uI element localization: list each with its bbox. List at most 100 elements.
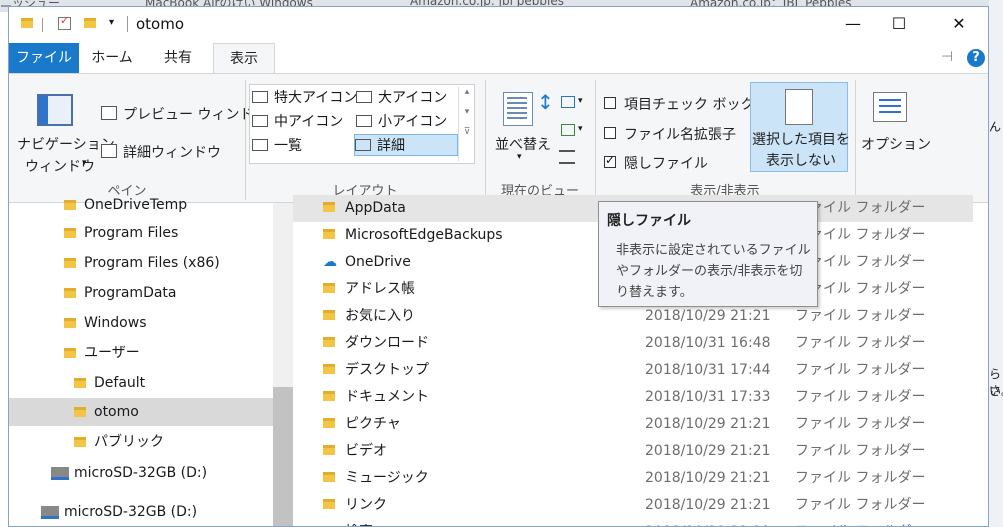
nav-item[interactable]: パブリック: [9, 428, 273, 456]
divider: [42, 18, 43, 32]
folder-icon: [323, 229, 335, 239]
chevron-down-icon[interactable]: ▾: [578, 96, 583, 106]
nav-item[interactable]: OneDriveTemp: [9, 191, 273, 219]
file-row[interactable]: 検索2018/10/29 21:21ファイル フォルダー: [293, 519, 973, 526]
documents-folder-icon: [323, 391, 335, 401]
tab-file[interactable]: ファイル: [9, 43, 79, 73]
background-text: い。: [989, 384, 1003, 398]
folder-icon: [74, 407, 86, 417]
nav-item[interactable]: microSD-32GB (D:): [9, 459, 273, 487]
tab-view[interactable]: 表示: [213, 43, 275, 74]
folder-icon: [64, 228, 76, 238]
hide-selected-items-button[interactable]: 選択した項目を 表示しない: [750, 82, 850, 172]
desktop-folder-icon: [323, 364, 335, 374]
ribbon: ナビゲーション ウィンドウ ▾ プレビュー ウィンドウ 詳細ウィンドウ ペイン …: [9, 73, 988, 203]
navigation-pane-icon: [37, 94, 73, 126]
details-pane-icon: [101, 144, 117, 158]
layout-medium-icons[interactable]: 中アイコン: [252, 111, 352, 133]
item-checkboxes-label[interactable]: 項目チェック ボックス: [624, 94, 768, 114]
sort-button[interactable]: 並べ替え: [495, 134, 551, 154]
hidden-items-checkbox[interactable]: [604, 153, 616, 168]
hide-selected-label-2: 表示しない: [766, 153, 836, 169]
nav-item[interactable]: Default: [9, 369, 273, 397]
minimize-button[interactable]: —: [830, 7, 876, 41]
background-text: ん: [989, 120, 1002, 134]
nav-item[interactable]: Program Files (x86): [9, 249, 273, 277]
size-columns-icon[interactable]: [559, 150, 575, 164]
file-extensions-label[interactable]: ファイル名拡張子: [624, 124, 736, 144]
maximize-button[interactable]: ☐: [876, 7, 922, 41]
ribbon-tab-bar: ファイル ホーム 共有 表示 ⊣ ?: [9, 43, 988, 74]
favorites-folder-icon: [323, 310, 335, 320]
layout-extra-large-icons[interactable]: 特大アイコン: [252, 87, 357, 109]
file-row[interactable]: ピクチャ 2018/10/29 21:21 ファイル フォルダー: [293, 411, 973, 438]
layout-small-icons[interactable]: 小アイコン: [356, 111, 456, 133]
nav-item-selected[interactable]: otomo: [9, 398, 273, 426]
folder-icon: [64, 318, 76, 328]
nav-item[interactable]: microSD-32GB (D:): [9, 498, 273, 526]
divider: [855, 80, 856, 200]
file-row[interactable]: ビデオ 2018/10/29 21:21 ファイル フォルダー: [293, 438, 973, 465]
folder-icon: [74, 437, 86, 447]
window-title: otomo: [136, 15, 185, 33]
hide-selected-label-1: 選択した項目を: [752, 132, 850, 148]
nav-item[interactable]: ProgramData: [9, 279, 273, 307]
file-row[interactable]: お気に入り 2018/10/29 21:21 ファイル フォルダー: [293, 303, 973, 330]
nav-item[interactable]: Program Files: [9, 219, 273, 247]
folder-icon: [74, 378, 86, 388]
folder-icon: [64, 258, 76, 268]
quick-access-dropdown-icon[interactable]: ▾: [109, 17, 114, 28]
layout-gallery: 特大アイコン 大アイコン 中アイコン 小アイコン 一覧 詳細 ▴ ▾ ⊽: [249, 84, 475, 164]
options-icon: [873, 92, 907, 122]
folder-icon: [64, 348, 76, 358]
pictures-folder-icon: [323, 418, 335, 428]
file-row[interactable]: ミュージック 2018/10/29 21:21 ファイル フォルダー: [293, 465, 973, 492]
folder-icon: [64, 200, 76, 210]
options-button[interactable]: オプション: [861, 134, 931, 154]
tab-share[interactable]: 共有: [147, 43, 209, 73]
drive-icon: [51, 467, 69, 480]
layout-large-icons[interactable]: 大アイコン: [356, 87, 456, 109]
group-by-icon[interactable]: [561, 96, 575, 108]
file-row[interactable]: リンク 2018/10/29 21:21 ファイル フォルダー: [293, 492, 973, 519]
file-row[interactable]: ドキュメント 2018/10/31 17:33 ファイル フォルダー: [293, 384, 973, 411]
preview-pane-icon: [101, 106, 117, 120]
divider: [127, 16, 128, 32]
background-window-edge: ん らさ い。: [989, 0, 1003, 527]
chevron-down-icon[interactable]: ▾: [578, 124, 583, 134]
item-checkboxes-checkbox[interactable]: [604, 97, 616, 109]
folder-icon: [323, 202, 335, 212]
properties-check-icon[interactable]: ✓: [58, 14, 71, 30]
close-button[interactable]: ✕: [936, 7, 982, 41]
contacts-folder-icon: [323, 283, 335, 293]
details-icon: [355, 139, 371, 151]
small-icons-icon: [356, 115, 372, 127]
extra-large-icons-icon: [252, 91, 268, 103]
nav-item[interactable]: ユーザー: [9, 339, 273, 367]
nav-item[interactable]: Windows: [9, 309, 273, 337]
tab-home[interactable]: ホーム: [81, 43, 143, 73]
help-icon[interactable]: ?: [967, 49, 985, 67]
large-icons-icon: [356, 91, 372, 103]
file-extensions-checkbox[interactable]: [604, 127, 616, 139]
layout-list[interactable]: 一覧: [252, 135, 352, 157]
add-columns-icon[interactable]: [561, 124, 575, 136]
details-pane-button[interactable]: 詳細ウィンドウ: [123, 142, 221, 162]
file-row[interactable]: デスクトップ 2018/10/31 17:44 ファイル フォルダー: [293, 357, 973, 384]
videos-folder-icon: [323, 445, 335, 455]
layout-gallery-scroll[interactable]: ▴ ▾ ⊽: [458, 87, 475, 161]
explorer-window: ✓ ▾ otomo — ☐ ✕ ファイル ホーム 共有 表示 ⊣ ? ナビゲーシ…: [8, 6, 989, 527]
nav-scrollbar-thumb[interactable]: [273, 387, 293, 526]
new-folder-icon[interactable]: [84, 17, 98, 31]
hidden-items-label[interactable]: 隠しファイル: [624, 153, 708, 173]
pin-icon[interactable]: ⊣: [941, 49, 953, 65]
hide-selected-icon: [785, 89, 813, 125]
tooltip-body: 非表示に設定されているファイルやフォルダーの表示/非表示を切り替えます。: [616, 243, 811, 300]
folder-icon: [64, 288, 76, 298]
sort-icon: [503, 92, 533, 126]
file-row[interactable]: ダウンロード 2018/10/31 16:48 ファイル フォルダー: [293, 330, 973, 357]
list-icon: [252, 139, 268, 151]
medium-icons-icon: [252, 115, 268, 127]
navigation-pane: OneDriveTemp Program Files Program Files…: [9, 197, 273, 526]
layout-details[interactable]: 詳細: [354, 134, 458, 156]
